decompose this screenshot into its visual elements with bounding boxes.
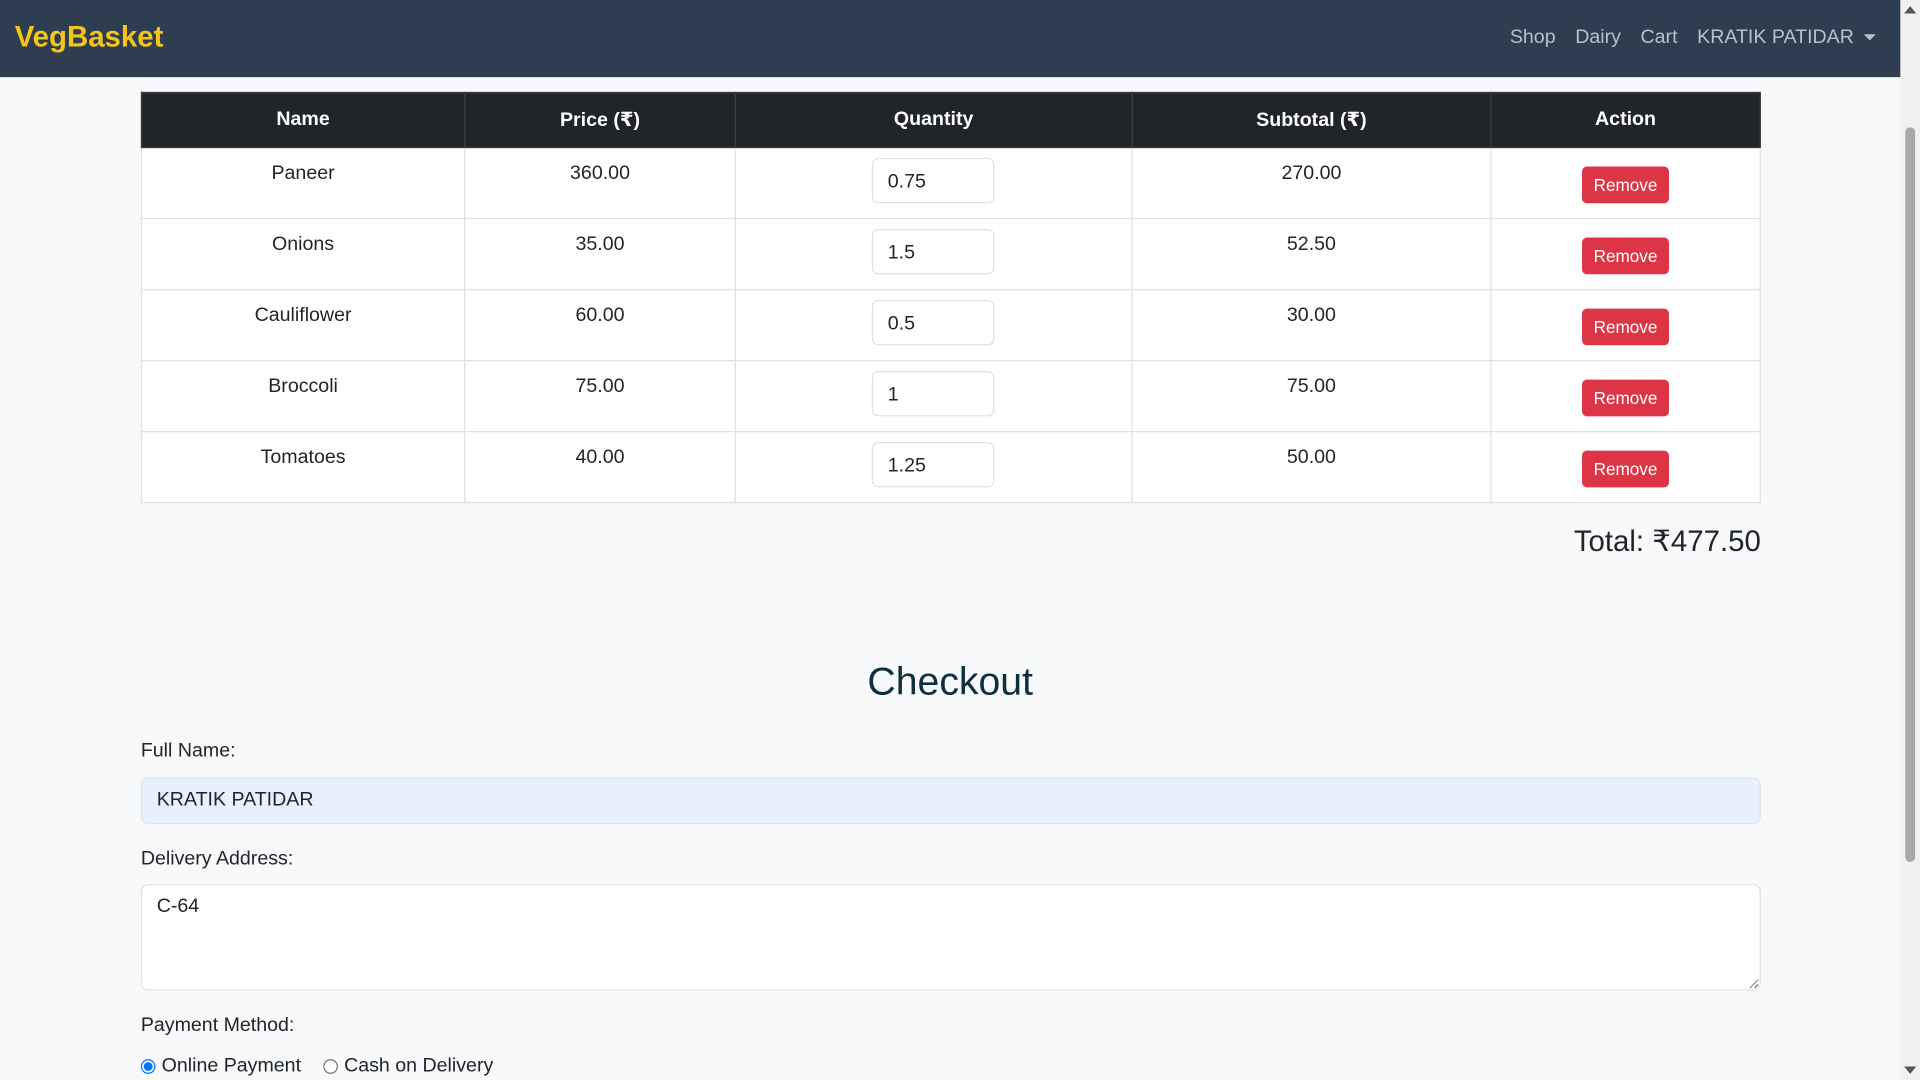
- payment-label: Payment Method:: [140, 1015, 295, 1036]
- full-name-input[interactable]: [140, 777, 1761, 825]
- item-price: 360.00: [464, 146, 736, 220]
- quantity-input[interactable]: 0.75: [871, 157, 995, 204]
- brand-logo[interactable]: VegBasket: [15, 21, 164, 55]
- full-name-label: Full Name:: [140, 740, 236, 762]
- item-price: 60.00: [464, 288, 736, 362]
- address-textarea[interactable]: C-64: [140, 884, 1761, 991]
- col-price: Price (₹): [464, 91, 736, 149]
- cart-total: Total: ₹477.50: [1573, 525, 1761, 559]
- item-quantity-cell: 1.5: [734, 217, 1133, 291]
- item-price: 40.00: [464, 431, 736, 504]
- nav-cart[interactable]: Cart: [1641, 27, 1678, 49]
- item-quantity-cell: 1: [734, 360, 1133, 433]
- quantity-input[interactable]: 0.5: [871, 300, 995, 346]
- checkout-title: Checkout: [867, 658, 1033, 703]
- table-row: Onions 35.00 1.5 52.50 Remove: [140, 217, 1761, 291]
- payment-cod[interactable]: Cash on Delivery: [323, 1056, 493, 1078]
- payment-online[interactable]: Online Payment: [140, 1055, 302, 1078]
- item-price: 75.00: [464, 360, 736, 433]
- nav-shop[interactable]: Shop: [1510, 27, 1556, 49]
- item-subtotal: 52.50: [1131, 217, 1492, 291]
- item-quantity-cell: 0.5: [734, 288, 1133, 362]
- item-name: Cauliflower: [140, 288, 466, 362]
- item-name: Broccoli: [140, 360, 466, 433]
- address-label: Delivery Address:: [140, 848, 294, 870]
- page: VegBasket Shop Dairy Cart KRATIK PATIDAR…: [0, 0, 1920, 1080]
- cart-table: Name Price (₹) Quantity Subtotal (₹) Act…: [140, 91, 1761, 504]
- scrollbar-thumb[interactable]: [1905, 127, 1916, 863]
- col-name: Name: [140, 91, 466, 149]
- remove-button[interactable]: Remove: [1582, 379, 1669, 417]
- scroll-down-icon[interactable]: [1904, 1066, 1917, 1074]
- item-quantity-cell: 1.25: [734, 431, 1133, 504]
- item-subtotal: 30.00: [1131, 288, 1492, 362]
- payment-online-label: Online Payment: [161, 1055, 302, 1077]
- quantity-input[interactable]: 1.25: [871, 442, 995, 488]
- item-action-cell: Remove: [1490, 217, 1761, 291]
- payment-cod-label: Cash on Delivery: [344, 1055, 494, 1077]
- user-name: KRATIK PATIDAR: [1697, 26, 1854, 48]
- table-row: Paneer 360.00 0.75 270.00 Remove: [140, 146, 1761, 220]
- quantity-input[interactable]: 1.5: [871, 228, 995, 275]
- nav-dairy[interactable]: Dairy: [1575, 27, 1621, 49]
- col-quantity: Quantity: [734, 91, 1133, 149]
- item-price: 35.00: [464, 217, 736, 291]
- payment-online-radio[interactable]: [140, 1059, 156, 1074]
- item-name: Paneer: [140, 146, 466, 220]
- item-action-cell: Remove: [1490, 431, 1761, 504]
- item-subtotal: 75.00: [1131, 360, 1492, 433]
- col-action: Action: [1490, 91, 1761, 149]
- table-row: Tomatoes 40.00 1.25 50.00 Remove: [140, 431, 1761, 504]
- table-row: Broccoli 75.00 1 75.00 Remove: [140, 360, 1761, 433]
- table-row: Cauliflower 60.00 0.5 30.00 Remove: [140, 288, 1761, 362]
- user-dropdown[interactable]: KRATIK PATIDAR: [1697, 27, 1876, 49]
- item-action-cell: Remove: [1490, 360, 1761, 433]
- item-subtotal: 50.00: [1131, 431, 1492, 504]
- item-action-cell: Remove: [1490, 288, 1761, 362]
- item-quantity-cell: 0.75: [734, 146, 1133, 220]
- scrollbar[interactable]: [1900, 0, 1920, 1080]
- remove-button[interactable]: Remove: [1582, 308, 1669, 346]
- item-action-cell: Remove: [1490, 146, 1761, 220]
- remove-button[interactable]: Remove: [1582, 237, 1669, 275]
- col-subtotal: Subtotal (₹): [1131, 91, 1492, 149]
- item-name: Tomatoes: [140, 431, 466, 504]
- remove-button[interactable]: Remove: [1582, 450, 1669, 488]
- scroll-up-icon[interactable]: [1904, 6, 1917, 14]
- navbar: VegBasket Shop Dairy Cart KRATIK PATIDAR: [0, 0, 1901, 78]
- item-subtotal: 270.00: [1131, 146, 1492, 220]
- payment-cod-radio[interactable]: [323, 1059, 338, 1074]
- remove-button[interactable]: Remove: [1582, 166, 1669, 204]
- caret-down-icon: [1863, 34, 1876, 41]
- item-name: Onions: [140, 217, 466, 291]
- quantity-input[interactable]: 1: [871, 371, 995, 417]
